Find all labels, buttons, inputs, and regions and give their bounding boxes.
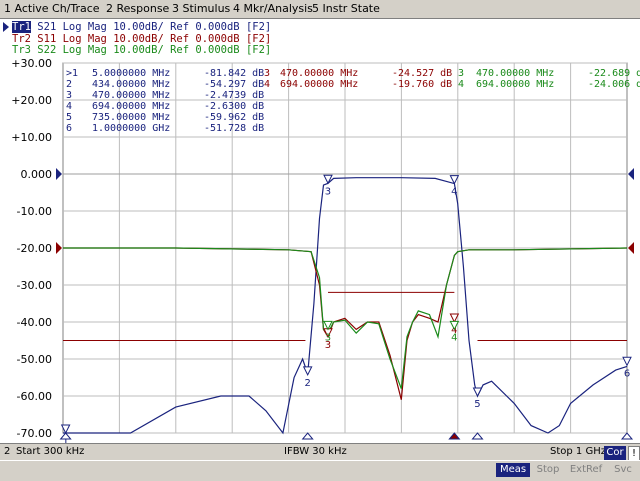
menu-mkr-analysis[interactable]: 4 Mkr/Analysis (233, 2, 313, 15)
ref-level-right-indicator (628, 242, 634, 254)
y-tick-label: -40.00 (17, 316, 52, 329)
marker-table-cell: 6 (66, 123, 72, 134)
marker-table-cell: 694.00000 MHz (280, 79, 358, 90)
marker-number: 5 (474, 399, 480, 410)
meas-indicator[interactable]: Meas (496, 463, 530, 477)
menu-response[interactable]: 2 Response (106, 2, 169, 15)
ref-level-left-indicator (56, 168, 62, 180)
instrument-status-bar: Meas Stop ExtRef Svc (0, 460, 640, 481)
marker-table-cell: 4 (264, 79, 270, 90)
marker-table-cell: -51.728 dB (204, 123, 264, 134)
menu-active-ch-trace[interactable]: 1 Active Ch/Trace (4, 2, 100, 15)
marker-table-cell: 694.00000 MHz (92, 101, 170, 112)
marker-table-cell: 5 (66, 112, 72, 123)
stop-frequency[interactable]: Stop 1 GHz (550, 446, 606, 457)
marker-table-cell: 470.00000 MHz (92, 90, 170, 101)
y-tick-label: -50.00 (17, 353, 52, 366)
ref-level-right-indicator (628, 168, 634, 180)
menu-instr-state[interactable]: 5 Instr State (312, 2, 380, 15)
stimulus-marker-triangle (448, 432, 461, 440)
y-tick-label: +10.00 (11, 131, 52, 144)
y-tick-label: -20.00 (17, 242, 52, 255)
marker-table-cell: 470.00000 MHz (280, 68, 358, 79)
trace-id: Tr1 (12, 21, 31, 33)
marker-table-cell: 3 (264, 68, 270, 79)
marker-table-cell: 694.00000 MHz (476, 79, 554, 90)
y-tick-label: -30.00 (17, 279, 52, 292)
trace-scale: 10.00dB/ (113, 21, 164, 33)
ref-level-left-indicator (56, 242, 62, 254)
marker-table-cell: 1.0000000 GHz (92, 123, 170, 134)
y-axis-labels: +30.00 +20.00 +10.00 0.000 -10.00 -20.00 -30.0… (11, 57, 52, 440)
trace-line-1[interactable]: Tr1 S21 Log Mag 10.00dB/ Ref 0.000dB [F2… (12, 21, 271, 33)
trace-ref: Ref 0.000dB (170, 21, 240, 33)
y-tick-label: +20.00 (11, 94, 52, 107)
svc-indicator[interactable]: Svc (610, 463, 636, 477)
marker-number: 6 (624, 368, 630, 379)
marker-table-cell: 3 (458, 68, 464, 79)
marker-table-cell: 4 (458, 79, 464, 90)
marker-table-cell: 735.00000 MHz (92, 112, 170, 123)
y-tick-label: -70.00 (17, 427, 52, 440)
measurement-plot[interactable]: +30.00 +20.00 +10.00 0.000 -10.00 -20.00 -30.0… (0, 43, 640, 443)
marker-table-cell: -24.006 dB (588, 79, 640, 90)
marker-table-cell: 4 (66, 101, 72, 112)
y-tick-label: -10.00 (17, 205, 52, 218)
marker-number: 4 (451, 332, 457, 343)
marker-number: 3 (325, 186, 331, 197)
trace-param: S21 (37, 21, 57, 33)
extref-indicator[interactable]: ExtRef (566, 463, 606, 477)
marker-number: 2 (304, 378, 310, 389)
y-tick-label: +30.00 (11, 57, 52, 70)
marker-table-cell: -19.760 dB (392, 79, 452, 90)
marker-table-cell: -24.527 dB (392, 68, 452, 79)
menu-stimulus[interactable]: 3 Stimulus (172, 2, 230, 15)
correction-badge[interactable]: Cor (604, 446, 626, 460)
marker-table-cell: -81.842 dB (204, 68, 264, 79)
marker-table-cell: -22.689 dB (588, 68, 640, 79)
active-trace-arrow-icon (3, 22, 9, 32)
marker-table-cell: -54.297 dB (204, 79, 264, 90)
status-bar: 2 Start 300 kHz IFBW 30 kHz Stop 1 GHz C… (0, 443, 640, 462)
marker-table-cell: 5.0000000 MHz (92, 68, 170, 79)
y-tick-label: -60.00 (17, 390, 52, 403)
marker-number: 3 (325, 332, 331, 343)
stimulus-marker-triangle (471, 432, 484, 440)
channel-number[interactable]: 2 (4, 446, 10, 457)
trace-func: [F2] (245, 21, 272, 33)
marker-table-cell: -59.962 dB (204, 112, 264, 123)
menu-bar: 1 Active Ch/Trace 2 Response 3 Stimulus … (0, 0, 640, 19)
start-frequency[interactable]: Start 300 kHz (16, 446, 84, 457)
ifbw-value[interactable]: IFBW 30 kHz (284, 446, 347, 457)
marker-table-cell: >1 (66, 68, 78, 79)
y-tick-label: 0.000 (21, 168, 53, 181)
stop-indicator[interactable]: Stop (534, 463, 562, 477)
stimulus-marker-triangle (620, 432, 634, 440)
marker-table-cell: 3 (66, 90, 72, 101)
marker-table-cell: 434.00000 MHz (92, 79, 170, 90)
stimulus-marker-triangle (301, 432, 314, 440)
marker-table-cell: 470.00000 MHz (476, 68, 554, 79)
marker-table-cell: 2 (66, 79, 72, 90)
marker-table-cell: -2.4739 dB (204, 90, 264, 101)
marker-table-cell: -2.6300 dB (204, 101, 264, 112)
marker-number: 4 (451, 187, 457, 198)
trace-format: Log Mag (62, 21, 107, 33)
